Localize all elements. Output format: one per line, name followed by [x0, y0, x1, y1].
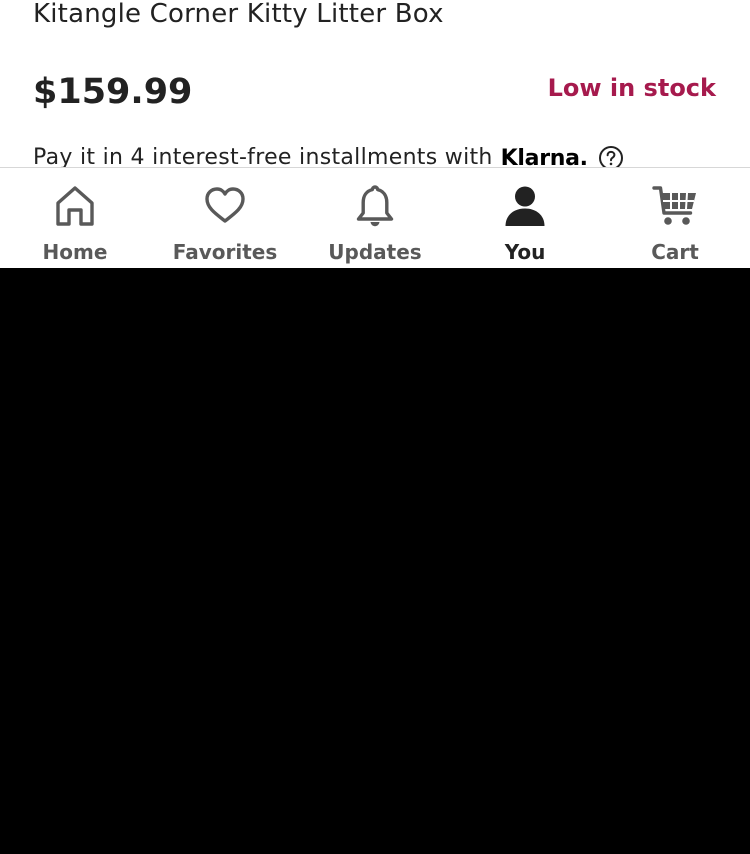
product-price: $159.99 [33, 72, 193, 112]
nav-label-updates: Updates [328, 240, 422, 264]
bell-icon [356, 185, 394, 227]
stock-status-badge: Low in stock [547, 74, 716, 102]
nav-label-cart: Cart [651, 240, 699, 264]
product-title: Kitangle Corner Kitty Litter Box [33, 0, 444, 29]
person-icon [505, 186, 545, 226]
installments-text: Pay it in 4 interest-free installments w… [33, 145, 493, 168]
nav-label-home: Home [42, 240, 108, 264]
nav-item-updates[interactable]: Updates [300, 168, 450, 268]
klarna-logo: Klarna. [500, 145, 588, 169]
nav-label-favorites: Favorites [172, 240, 278, 264]
question-circle-icon[interactable] [598, 145, 624, 168]
nav-item-favorites[interactable]: Favorites [150, 168, 300, 268]
nav-item-you[interactable]: You [450, 168, 600, 268]
nav-item-home[interactable]: Home [0, 168, 150, 268]
cart-icon [652, 186, 696, 225]
nav-label-you: You [504, 240, 546, 264]
bottom-nav-bar: Home Favorites Updates You Cart [0, 167, 750, 268]
heart-icon [205, 187, 245, 223]
installments-row: Pay it in 4 interest-free installments w… [33, 142, 624, 168]
nav-item-cart[interactable]: Cart [600, 168, 750, 268]
product-details: Kitangle Corner Kitty Litter Box $159.99… [0, 0, 750, 168]
home-icon [56, 186, 94, 226]
app-screen: Kitangle Corner Kitty Litter Box $159.99… [0, 0, 750, 854]
